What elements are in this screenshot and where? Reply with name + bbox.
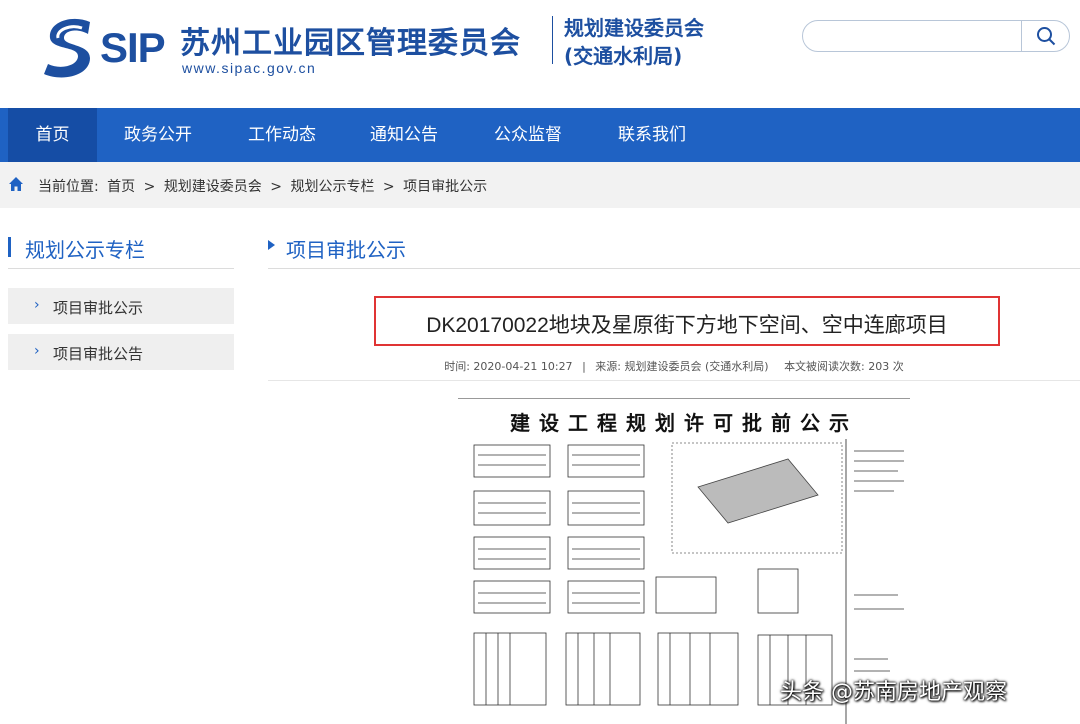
home-icon[interactable] xyxy=(8,176,24,192)
search-icon xyxy=(1036,27,1055,46)
sidebar-item-approval-announcement[interactable]: › 项目审批公告 xyxy=(8,334,234,370)
article-title: DK20170022地块及星原街下方地下空间、空中连廊项目 xyxy=(426,314,948,337)
header-divider xyxy=(552,16,553,64)
breadcrumb-current[interactable]: 项目审批公示 xyxy=(403,179,487,195)
org-name: 苏州工业园区管理委员会 xyxy=(180,26,521,61)
article-source: 来源: 规划建设委员会 (交通水利局) xyxy=(595,360,769,373)
nav-gov-affairs[interactable]: 政务公开 xyxy=(110,108,206,162)
sip-logo-icon[interactable] xyxy=(42,14,100,80)
breadcrumb-committee[interactable]: 规划建设委员会 xyxy=(164,179,262,195)
breadcrumb-column[interactable]: 规划公示专栏 xyxy=(290,179,374,195)
sidebar-title: 规划公示专栏 xyxy=(25,238,145,262)
breadcrumb: 当前位置: 首页 > 规划建设委员会 > 规划公示专栏 > 项目审批公示 xyxy=(0,162,1080,208)
breadcrumb-home[interactable]: 首页 xyxy=(107,179,135,195)
search-box xyxy=(802,20,1070,52)
breadcrumb-sep: > xyxy=(270,179,282,195)
sidebar-item-label: 项目审批公告 xyxy=(53,345,144,363)
section-title: 项目审批公示 xyxy=(286,238,406,262)
search-button[interactable] xyxy=(1021,21,1069,51)
chevron-right-icon: › xyxy=(34,297,40,313)
sidebar-title-marker xyxy=(8,237,11,257)
breadcrumb-text: 当前位置: 首页 > 规划建设委员会 > 规划公示专栏 > 项目审批公示 xyxy=(38,176,491,196)
article-time: 时间: 2020-04-21 10:27 xyxy=(444,360,573,373)
sidebar-item-approval-publicity[interactable]: › 项目审批公示 xyxy=(8,288,234,324)
meta-separator: | xyxy=(582,360,586,373)
watermark: 头条 @苏南房地产观察 xyxy=(780,680,1007,705)
article-meta: 时间: 2020-04-21 10:27 | 来源: 规划建设委员会 (交通水利… xyxy=(268,358,1080,374)
sidebar-divider xyxy=(8,268,234,269)
chevron-right-icon: › xyxy=(34,343,40,359)
nav-home[interactable]: 首页 xyxy=(8,108,97,162)
nav-contact[interactable]: 联系我们 xyxy=(604,108,700,162)
article-title-highlight: DK20170022地块及星原街下方地下空间、空中连廊项目 xyxy=(374,296,1000,346)
triangle-right-icon xyxy=(268,240,275,250)
breadcrumb-sep: > xyxy=(382,179,395,195)
article-views: 本文被阅读次数: 203 次 xyxy=(784,360,904,373)
site-header: SIP 苏州工业园区管理委员会 www.sipac.gov.cn 规划建设委员会… xyxy=(0,0,1080,108)
section-divider xyxy=(268,268,1080,269)
dept-name: 规划建设委员会 xyxy=(564,16,704,40)
meta-divider xyxy=(268,380,1080,381)
breadcrumb-sep: > xyxy=(143,179,156,195)
logo-text[interactable]: SIP xyxy=(100,24,166,72)
nav-public-supervision[interactable]: 公众监督 xyxy=(480,108,576,162)
site-url: www.sipac.gov.cn xyxy=(182,60,317,76)
sidebar-item-label: 项目审批公示 xyxy=(53,299,144,317)
breadcrumb-prefix: 当前位置: xyxy=(38,179,99,195)
nav-work-news[interactable]: 工作动态 xyxy=(234,108,330,162)
main-nav: 首页 政务公开 工作动态 通知公告 公众监督 联系我们 xyxy=(0,108,1080,162)
dept-subname: (交通水利局) xyxy=(564,44,683,68)
search-input[interactable] xyxy=(815,25,1015,47)
nav-notices[interactable]: 通知公告 xyxy=(356,108,452,162)
